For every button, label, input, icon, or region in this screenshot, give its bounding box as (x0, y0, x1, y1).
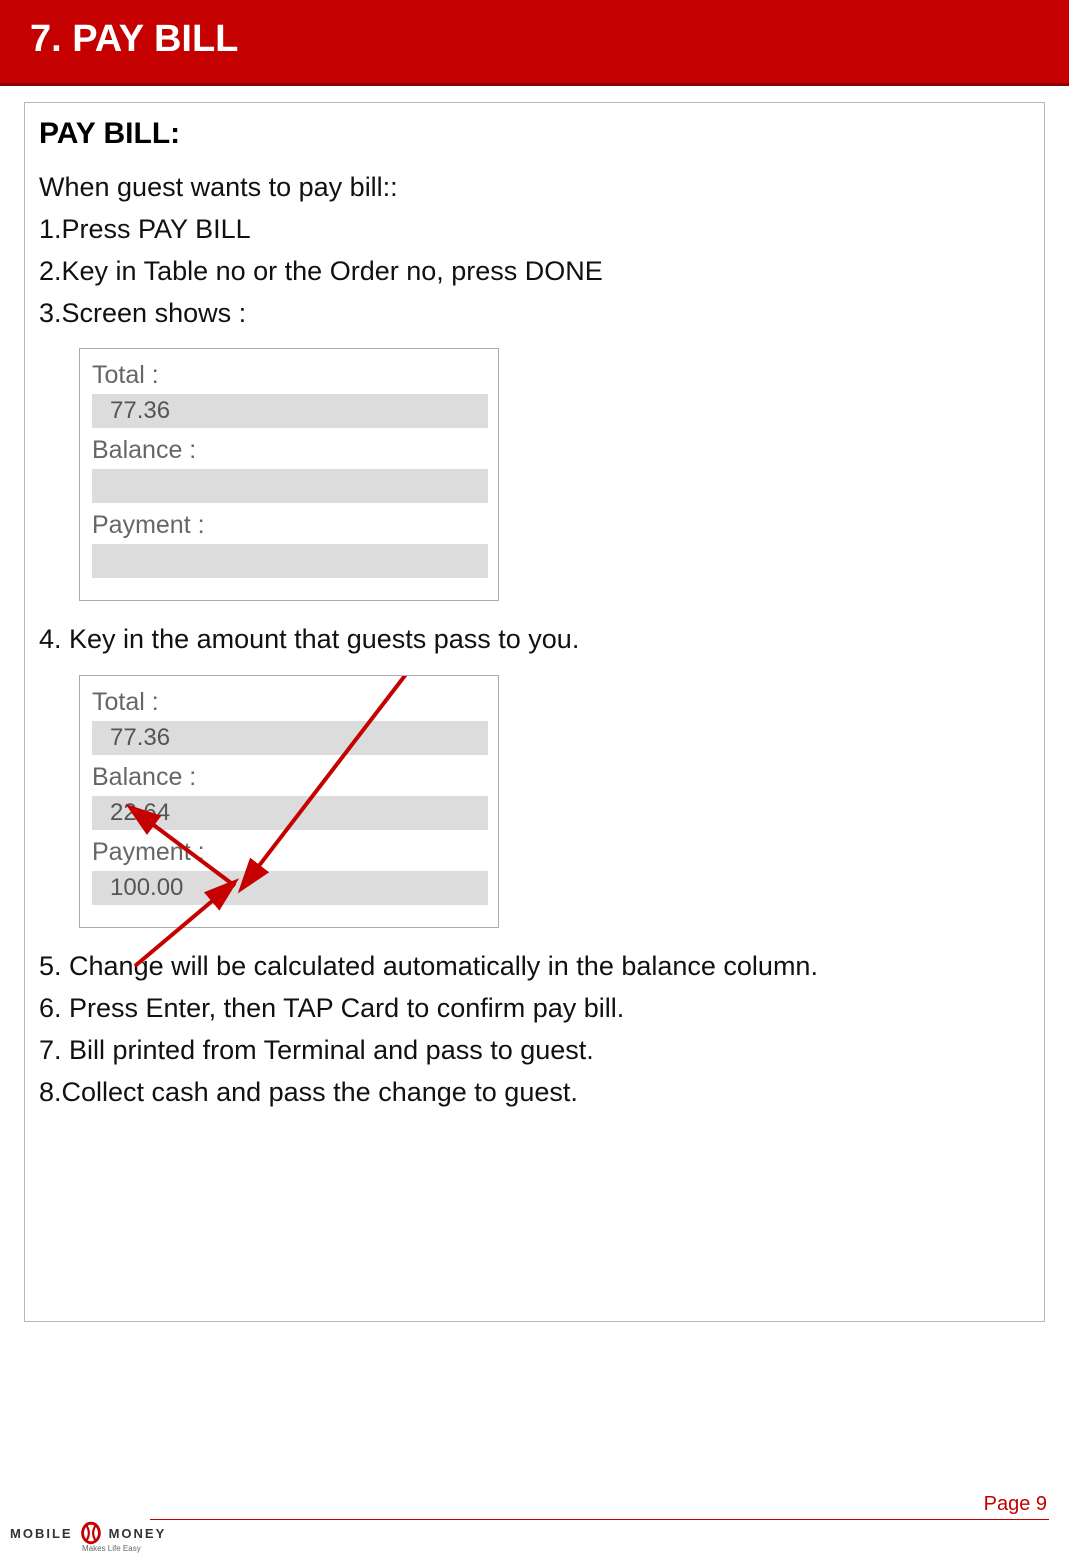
step-8: 8.Collect cash and pass the change to gu… (39, 1072, 1030, 1114)
brand-logo: MOBILE MONEY (10, 1519, 166, 1547)
panel1-total-label: Total : (80, 359, 498, 392)
step-7: 7. Bill printed from Terminal and pass t… (39, 1030, 1030, 1072)
section-title: PAY BILL: (39, 117, 1030, 151)
panel1-total-value: 77.36 (92, 394, 488, 428)
panel1-payment-label: Payment : (80, 509, 498, 542)
brand-tagline: Makes Life Easy (82, 1544, 141, 1553)
brand-left-text: MOBILE (10, 1526, 73, 1541)
panel1-balance-label: Balance : (80, 434, 498, 467)
step-1: 1.Press PAY BILL (39, 209, 1030, 251)
panel2-payment-label: Payment : (80, 836, 498, 869)
panel2-total-label: Total : (80, 686, 498, 719)
screen-panel-1: Total : 77.36 Balance : Payment : (79, 348, 499, 601)
header-title: 7. PAY BILL (30, 18, 238, 60)
step-5: 5. Change will be calculated automatical… (39, 946, 1030, 988)
page-header: 7. PAY BILL (0, 0, 1069, 86)
step-6: 6. Press Enter, then TAP Card to confirm… (39, 988, 1030, 1030)
panel2-balance-label: Balance : (80, 761, 498, 794)
brand-right-text: MONEY (109, 1526, 167, 1541)
panel2-payment-value: 100.00 (92, 871, 488, 905)
brand-mark-icon (77, 1519, 105, 1547)
intro-line: When guest wants to pay bill:: (39, 167, 1030, 209)
screen-panel-2: Total : 77.36 Balance : 22.64 Payment : … (79, 675, 499, 928)
step-4: 4. Key in the amount that guests pass to… (39, 619, 1030, 661)
panel1-balance-value (92, 469, 488, 503)
panel1-payment-value (92, 544, 488, 578)
panel2-total-value: 77.36 (92, 721, 488, 755)
step-3: 3.Screen shows : (39, 293, 1030, 335)
page-footer: Page 9 MOBILE MONEY Makes Life Easy (0, 1487, 1069, 1557)
content-box: PAY BILL: When guest wants to pay bill::… (24, 102, 1045, 1322)
step-2: 2.Key in Table no or the Order no, press… (39, 251, 1030, 293)
footer-rule (150, 1519, 1049, 1520)
page-number: Page 9 (984, 1493, 1047, 1516)
panel2-balance-value: 22.64 (92, 796, 488, 830)
